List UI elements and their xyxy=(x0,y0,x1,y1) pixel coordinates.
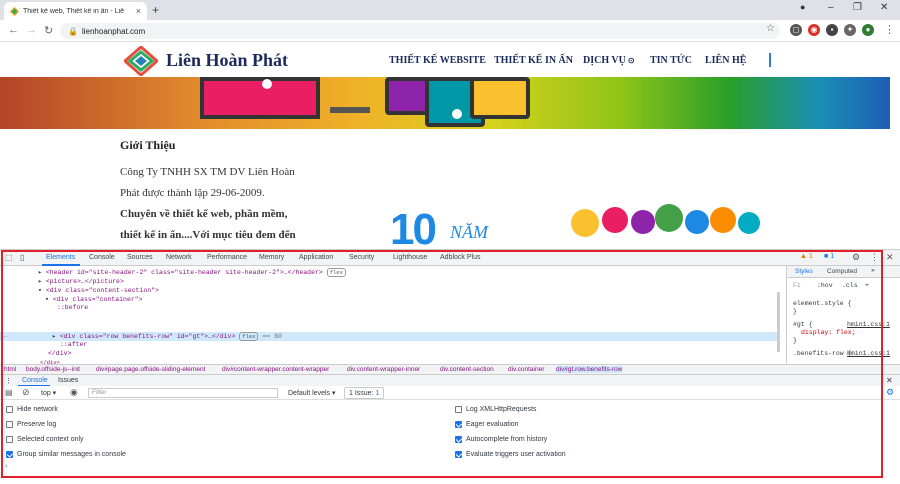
intro-line: Phát được thành lập 29-06-2009. xyxy=(120,187,265,199)
lock-icon: 🔒 xyxy=(68,26,78,36)
menu-web-design[interactable]: THIẾT KẾ WEBSITE xyxy=(389,55,486,66)
banner-device-graphic xyxy=(470,77,530,119)
extension-icon-2[interactable]: ▪ xyxy=(826,24,838,36)
intro-title: Giới Thiệu xyxy=(120,138,176,152)
chevron-down-icon: ⊙ xyxy=(625,56,635,65)
extension-icon[interactable]: ◻ xyxy=(790,24,802,36)
menu-contact[interactable]: LIÊN HỆ xyxy=(705,55,746,66)
banner-node xyxy=(262,79,272,89)
browser-tab[interactable]: Thiết kế web, Thiết kế in ấn - Liê × xyxy=(4,2,147,20)
banner-stand-graphic xyxy=(330,107,370,113)
banner-node xyxy=(452,109,462,119)
devtools-highlight-box xyxy=(1,250,883,478)
maximize-icon[interactable]: ❐ xyxy=(853,2,862,13)
banner-monitor-graphic xyxy=(200,77,320,119)
site-logo-icon[interactable] xyxy=(124,46,158,76)
intro-line: thiết kế in ấn....Với mục tiêu đem đến xyxy=(120,229,296,241)
back-icon[interactable]: ← xyxy=(8,24,19,36)
avatar[interactable]: ● xyxy=(862,24,874,36)
menu-news[interactable]: TIN TỨC xyxy=(650,55,692,66)
intro-line: Công Ty TNHH SX TM DV Liên Hoàn xyxy=(120,166,295,178)
bookmark-star-icon[interactable]: ☆ xyxy=(766,23,775,34)
lightbulbs-graphic-icon xyxy=(571,204,760,237)
intro-text: Công Ty TNHH SX TM DV Liên Hoàn Phát đượ… xyxy=(120,162,325,246)
extensions-puzzle-icon[interactable]: ✦ xyxy=(844,24,856,36)
menu-print-design[interactable]: THIẾT KẾ IN ẤN xyxy=(494,55,573,66)
browser-toolbar: ← → ↻ 🔒 lienhoanphat.com ☆ ◻ ◉ ▪ ✦ ● ⋮ xyxy=(0,20,900,42)
hero-banner xyxy=(0,77,890,129)
intro-line: Chuyên về thiết kế web, phần mềm, xyxy=(120,208,288,220)
new-tab-icon[interactable]: + xyxy=(152,3,159,17)
site-favicon-icon xyxy=(10,6,19,16)
address-bar[interactable]: 🔒 lienhoanphat.com xyxy=(60,23,780,39)
close-devtools-icon[interactable]: ✕ xyxy=(886,252,894,263)
menu-services[interactable]: DỊCH VỤ ⊙ xyxy=(583,55,635,66)
menu-services-label: DỊCH VỤ xyxy=(583,55,626,66)
tab-close-icon[interactable]: × xyxy=(136,6,141,16)
close-window-icon[interactable]: ✕ xyxy=(880,2,888,13)
anniversary-word: NĂM xyxy=(450,222,488,242)
forward-icon[interactable]: → xyxy=(26,24,37,36)
url-text: lienhoanphat.com xyxy=(81,26,146,36)
tab-title: Thiết kế web, Thiết kế in ấn - Liê xyxy=(23,7,125,15)
browser-menu-icon[interactable]: ⋮ xyxy=(884,23,895,36)
adblock-extension-icon[interactable]: ◉ xyxy=(808,24,820,36)
site-logo-text[interactable]: Liên Hoàn Phát xyxy=(166,50,288,71)
browser-tab-bar: Thiết kế web, Thiết kế in ấn - Liê × + ●… xyxy=(0,0,900,20)
console-settings-gear-icon[interactable]: ⚙ xyxy=(886,387,894,398)
reload-icon[interactable]: ↻ xyxy=(44,24,53,37)
close-drawer-icon[interactable]: ✕ xyxy=(886,376,893,385)
menu-divider xyxy=(769,53,771,67)
minimize-icon[interactable]: – xyxy=(828,2,834,13)
anniversary-number: 10 xyxy=(390,205,437,254)
profile-menu-icon[interactable]: ● xyxy=(800,2,805,12)
